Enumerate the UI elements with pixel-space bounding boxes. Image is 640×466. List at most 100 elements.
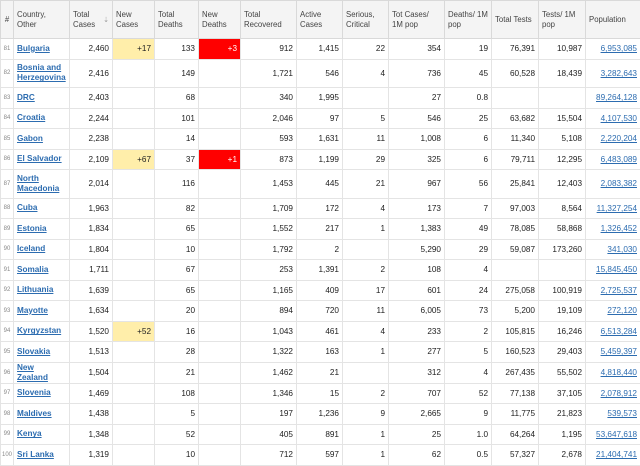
header-new-cases[interactable]: New Cases	[113, 1, 155, 39]
total-deaths-cell: 65	[155, 219, 199, 240]
population-link[interactable]: 272,120	[607, 306, 637, 315]
cases-per-1m-cell: 1,008	[389, 129, 445, 150]
header-serious-critical[interactable]: Serious, Critical	[343, 1, 389, 39]
country-link[interactable]: Slovakia	[17, 347, 50, 356]
serious-cell: 22	[343, 39, 389, 60]
row-index: 95	[1, 342, 14, 363]
population-link[interactable]: 2,078,912	[601, 389, 637, 398]
country-link[interactable]: Kyrgyzstan	[17, 326, 61, 335]
tests-per-1m-cell: 15,504	[539, 108, 586, 129]
population-link[interactable]: 5,459,397	[601, 347, 637, 356]
country-link[interactable]: Estonia	[17, 224, 47, 233]
header-total-cases[interactable]: Total Cases⇣	[70, 1, 113, 39]
country-link[interactable]: Slovenia	[17, 388, 51, 397]
new-deaths-cell	[199, 445, 241, 466]
population-link[interactable]: 89,264,128	[596, 93, 637, 102]
total-deaths-cell: 149	[155, 59, 199, 88]
total-cases-cell: 1,319	[70, 445, 113, 466]
country-link[interactable]: El Salvador	[17, 154, 62, 163]
population-link[interactable]: 4,818,440	[601, 368, 637, 377]
country-link[interactable]: North Macedonia	[17, 174, 59, 193]
population-link[interactable]: 2,725,537	[601, 286, 637, 295]
country-link[interactable]: Sri Lanka	[17, 450, 54, 459]
population-link[interactable]: 4,107,530	[601, 114, 637, 123]
population-cell: 539,573	[586, 404, 640, 425]
cases-per-1m-cell: 601	[389, 280, 445, 301]
population-link[interactable]: 3,282,643	[601, 69, 637, 78]
population-link[interactable]: 2,083,382	[601, 179, 637, 188]
tests-per-1m-cell: 29,403	[539, 342, 586, 363]
population-link[interactable]: 21,404,741	[596, 450, 637, 459]
header-total-recovered[interactable]: Total Recovered	[241, 1, 297, 39]
sort-descending-icon[interactable]: ⇣	[103, 16, 109, 26]
new-cases-cell	[113, 445, 155, 466]
cases-per-1m-cell: 108	[389, 260, 445, 281]
total-deaths-cell: 28	[155, 342, 199, 363]
population-cell: 6,483,089	[586, 149, 640, 170]
header-total-tests[interactable]: Total Tests	[492, 1, 539, 39]
population-link[interactable]: 6,513,284	[601, 327, 637, 336]
deaths-per-1m-cell: 52	[445, 383, 492, 404]
header-country[interactable]: Country, Other	[14, 1, 70, 39]
population-cell: 15,845,450	[586, 260, 640, 281]
population-link[interactable]: 2,220,204	[601, 134, 637, 143]
country-link[interactable]: Bosnia and Herzegovina	[17, 63, 66, 82]
population-link[interactable]: 539,573	[607, 409, 637, 418]
header-new-deaths[interactable]: New Deaths	[199, 1, 241, 39]
header-index[interactable]: #	[1, 1, 14, 39]
country-link[interactable]: Somalia	[17, 265, 48, 274]
population-link[interactable]: 53,647,618	[596, 430, 637, 439]
new-deaths-cell	[199, 383, 241, 404]
tests-per-1m-cell	[539, 88, 586, 109]
population-link[interactable]: 341,030	[607, 245, 637, 254]
total-tests-cell: 59,087	[492, 239, 539, 260]
country-link[interactable]: Maldives	[17, 409, 52, 418]
total-recovered-cell: 1,709	[241, 198, 297, 219]
total-cases-cell: 2,244	[70, 108, 113, 129]
population-link[interactable]: 1,326,452	[601, 224, 637, 233]
country-link[interactable]: Cuba	[17, 203, 37, 212]
row-index: 98	[1, 404, 14, 425]
new-cases-cell	[113, 280, 155, 301]
country-cell: North Macedonia	[14, 170, 70, 199]
new-cases-cell	[113, 59, 155, 88]
total-cases-cell: 1,634	[70, 301, 113, 322]
header-cases-per-1m[interactable]: Tot Cases/ 1M pop	[389, 1, 445, 39]
population-link[interactable]: 15,845,450	[596, 265, 637, 274]
country-link[interactable]: Kenya	[17, 429, 42, 438]
new-deaths-cell	[199, 59, 241, 88]
country-link[interactable]: DRC	[17, 93, 35, 102]
country-link[interactable]: Mayotte	[17, 306, 48, 315]
total-recovered-cell: 340	[241, 88, 297, 109]
total-deaths-cell: 20	[155, 301, 199, 322]
country-link[interactable]: Bulgaria	[17, 44, 50, 53]
tests-per-1m-cell: 1,195	[539, 424, 586, 445]
active-cases-cell: 461	[297, 321, 343, 342]
total-cases-cell: 1,639	[70, 280, 113, 301]
row-index: 100	[1, 445, 14, 466]
country-link[interactable]: New Zealand	[17, 363, 48, 382]
population-cell: 2,220,204	[586, 129, 640, 150]
header-active-cases[interactable]: Active Cases	[297, 1, 343, 39]
tests-per-1m-cell: 5,108	[539, 129, 586, 150]
population-link[interactable]: 6,953,085	[601, 44, 637, 53]
serious-cell	[343, 239, 389, 260]
country-link[interactable]: Lithuania	[17, 285, 53, 294]
country-cell: Slovenia	[14, 383, 70, 404]
country-link[interactable]: Iceland	[17, 244, 45, 253]
country-link[interactable]: Gabon	[17, 134, 43, 143]
header-population[interactable]: Population	[586, 1, 640, 39]
population-link[interactable]: 11,327,254	[597, 204, 637, 213]
header-deaths-per-1m[interactable]: Deaths/ 1M pop	[445, 1, 492, 39]
country-cell: New Zealand	[14, 362, 70, 383]
active-cases-cell: 15	[297, 383, 343, 404]
country-link[interactable]: Croatia	[17, 113, 45, 122]
population-link[interactable]: 6,483,089	[601, 155, 637, 164]
total-recovered-cell: 712	[241, 445, 297, 466]
header-total-deaths[interactable]: Total Deaths	[155, 1, 199, 39]
cases-per-1m-cell: 5,290	[389, 239, 445, 260]
active-cases-cell: 1,415	[297, 39, 343, 60]
header-tests-per-1m[interactable]: Tests/ 1M pop	[539, 1, 586, 39]
active-cases-cell: 217	[297, 219, 343, 240]
deaths-per-1m-cell: 5	[445, 342, 492, 363]
